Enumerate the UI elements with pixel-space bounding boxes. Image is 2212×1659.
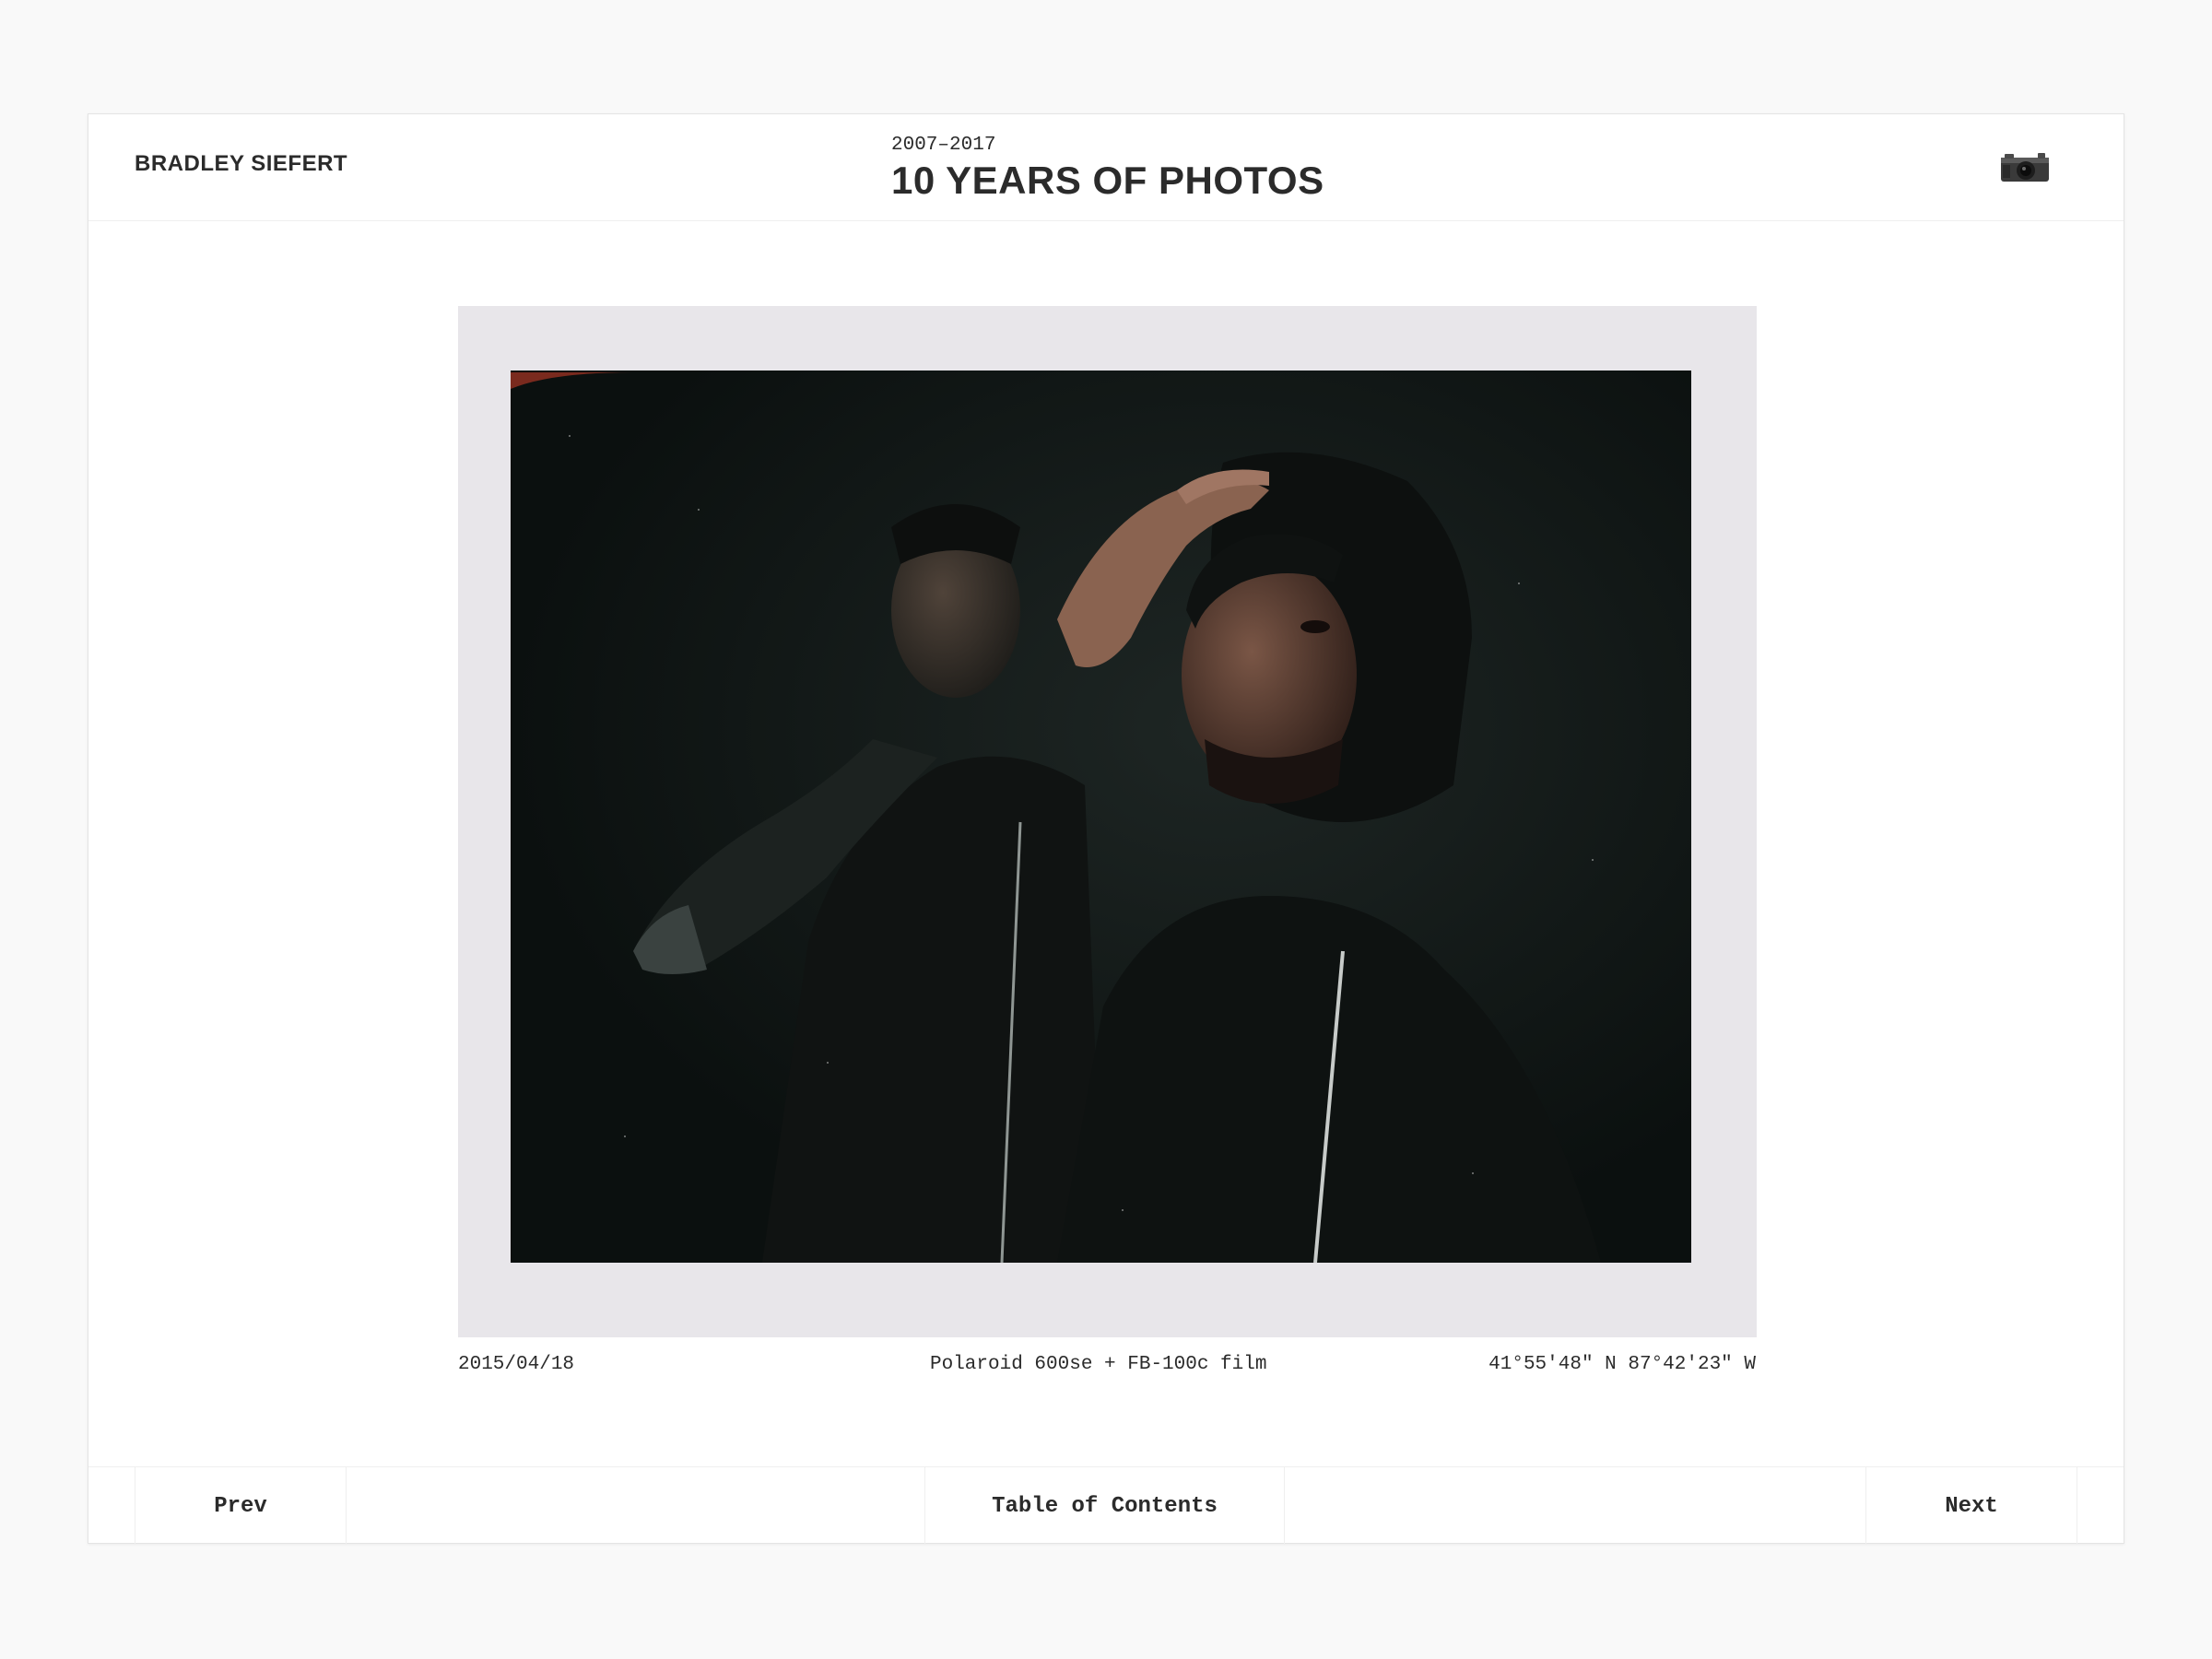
author-name[interactable]: BRADLEY SIEFERT [135,151,347,177]
page-card: BRADLEY SIEFERT 2007–2017 10 YEARS OF PH… [88,113,2124,1545]
title-block: 2007–2017 10 YEARS OF PHOTOS [891,135,1324,203]
table-of-contents-button[interactable]: Table of Contents [924,1467,1285,1545]
camera-icon[interactable] [1999,152,2051,183]
next-button[interactable]: Next [1865,1467,2077,1545]
photo-coordinates: 41°55′48″ N 87°42′23″ W [1488,1354,1756,1375]
page-title: 10 YEARS OF PHOTOS [891,159,1324,202]
footer-nav: Prev Table of Contents Next [88,1466,2124,1545]
photo-date: 2015/04/18 [458,1354,575,1375]
year-range: 2007–2017 [891,135,996,156]
photo-camera: Polaroid 600se + FB-100c film [930,1354,1267,1375]
photo [458,306,1757,1337]
prev-button[interactable]: Prev [135,1467,347,1545]
header: BRADLEY SIEFERT 2007–2017 10 YEARS OF PH… [88,114,2124,221]
